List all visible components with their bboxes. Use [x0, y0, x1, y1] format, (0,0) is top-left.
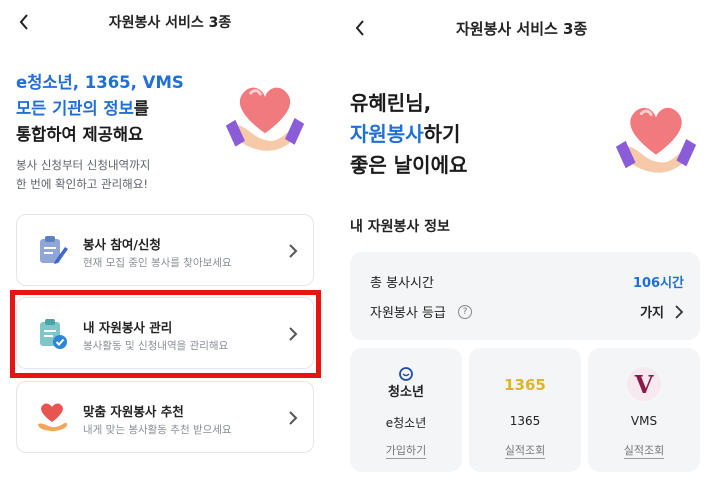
service-card-vms[interactable]: V VMS 실적조회: [588, 348, 700, 472]
section-title: 내 자원봉사 정보: [350, 219, 450, 235]
vms-logo-icon: V: [627, 367, 661, 401]
service-card-e-youth[interactable]: 청소년 e청소년 가입하기: [350, 348, 462, 472]
back-button[interactable]: [348, 16, 372, 40]
help-icon[interactable]: ?: [458, 305, 472, 319]
greeting-line-3: 좋은 날이에요: [350, 153, 468, 177]
e-youth-logo-icon: 청소년: [388, 367, 424, 400]
svg-text:1365: 1365: [504, 376, 546, 394]
volunteer-info-card: 총 봉사시간 106시간 자원봉사 등급 ? 가지: [350, 252, 700, 340]
service-name: VMS: [630, 414, 658, 428]
service-name: 1365: [509, 414, 541, 428]
header: 자원봉사 서비스 3종: [340, 0, 720, 52]
hero-heading: e청소년, 1365, VMS 모든 기관의 정보를 통합하여 제공해요: [16, 70, 184, 148]
hours-value: 106시간: [632, 276, 684, 291]
hero-subtitle: 봉사 신청부터 신청내역까지 한 번에 확인하고 관리해요!: [16, 158, 151, 191]
service-card-1365[interactable]: 1365 1365 실적조회: [469, 348, 581, 472]
heart-hands-illustration: [225, 87, 305, 151]
1365-logo: 1365: [469, 366, 581, 402]
heart-hand-icon: [38, 403, 68, 431]
hero-line-3: 통합하여 제공해요: [16, 125, 144, 144]
svg-text:V: V: [634, 370, 654, 399]
hero-line-1: e청소년, 1365, VMS: [16, 73, 184, 92]
clipboard-pen-icon: [40, 236, 68, 264]
menu-desc: 현재 모집 중인 봉사를 찾아보세요: [83, 257, 232, 269]
grade-row[interactable]: 자원봉사 등급 ? 가지: [370, 302, 684, 324]
menu-title: 봉사 참여/신청: [83, 237, 161, 252]
menu-desc: 내게 맞는 봉사활동 추천 받으세요: [83, 424, 232, 436]
left-screen: 자원봉사 서비스 3종 e청소년, 1365, VMS 모든 기관의 정보를 통…: [0, 0, 340, 481]
hours-label: 총 봉사시간: [370, 276, 434, 291]
menu-title: 맞춤 자원봉사 추천: [83, 404, 184, 419]
chevron-right-icon: [675, 305, 684, 319]
greeting-line-1: 유혜린님,: [350, 91, 432, 115]
service-name: e청소년: [385, 416, 427, 430]
service-link[interactable]: 실적조회: [469, 442, 581, 459]
heart-hands-illustration: [615, 107, 697, 173]
grade-label: 자원봉사 등급: [370, 306, 446, 321]
hours-row: 총 봉사시간 106시간: [370, 272, 684, 294]
chevron-right-icon: [289, 411, 298, 425]
header: 자원봉사 서비스 3종: [0, 0, 340, 52]
e-youth-logo: 청소년: [350, 366, 462, 402]
1365-logo-icon: 1365: [504, 376, 546, 394]
page-title: 자원봉사 서비스 3종: [456, 20, 588, 38]
service-link[interactable]: 가입하기: [350, 442, 462, 459]
vms-logo: V: [588, 366, 700, 402]
menu-recommend[interactable]: 맞춤 자원봉사 추천 내게 맞는 봉사활동 추천 받으세요: [16, 381, 314, 453]
chevron-left-icon: [355, 20, 364, 36]
highlight-box: [10, 290, 321, 378]
chevron-right-icon: [289, 244, 298, 258]
greeting-heading: 유혜린님, 자원봉사하기 좋은 날이에요: [350, 88, 467, 181]
greeting-line-2: 자원봉사하기: [350, 122, 461, 146]
svg-text:청소년: 청소년: [388, 384, 424, 400]
page-title: 자원봉사 서비스 3종: [108, 15, 232, 31]
menu-volunteer-apply[interactable]: 봉사 참여/신청 현재 모집 중인 봉사를 찾아보세요: [16, 214, 314, 286]
service-link[interactable]: 실적조회: [588, 442, 700, 459]
hero-line-2: 모든 기관의 정보를: [16, 99, 149, 118]
right-screen: 자원봉사 서비스 3종 유혜린님, 자원봉사하기 좋은 날이에요 내 자원봉사 …: [340, 0, 720, 481]
